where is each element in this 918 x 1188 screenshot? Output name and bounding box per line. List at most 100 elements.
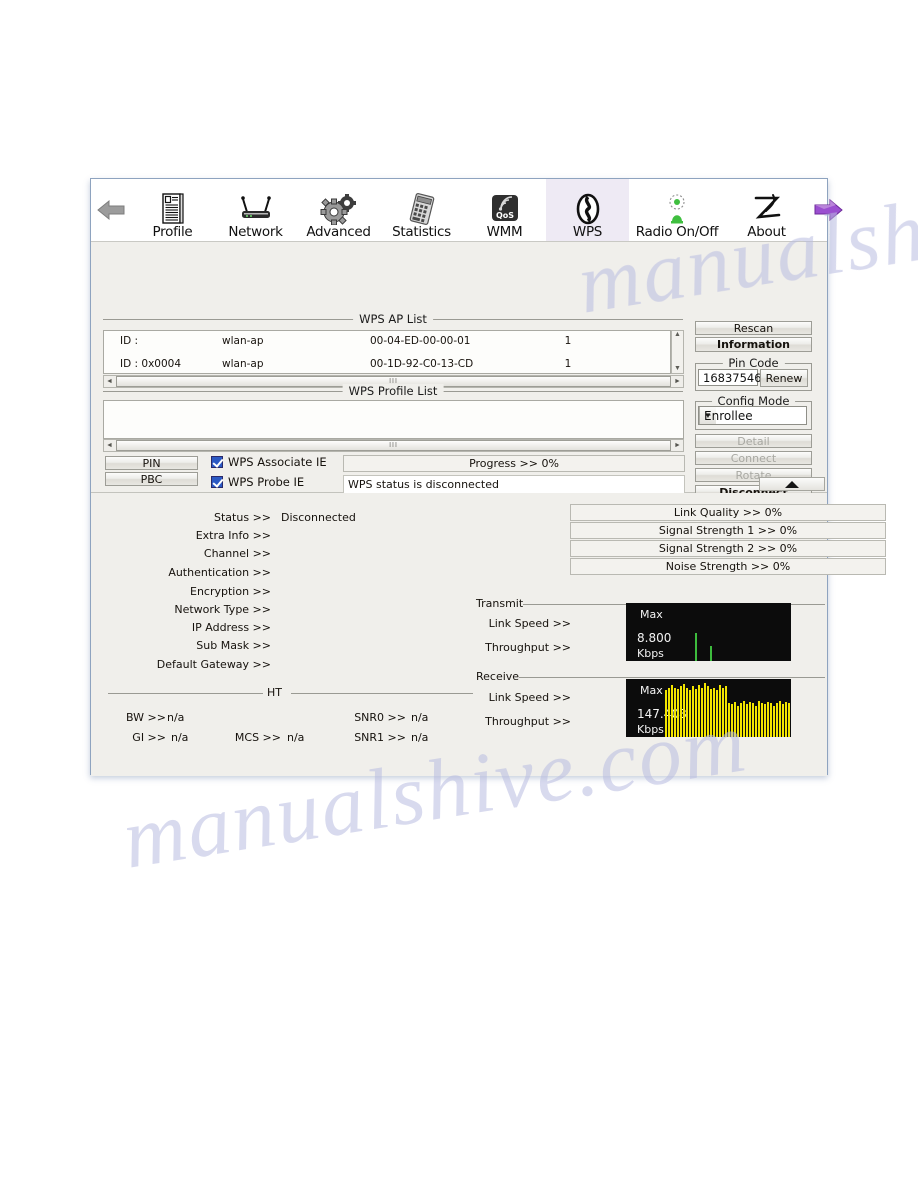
pin-code-input[interactable]: 16837546 [698,369,762,386]
status-label-authentication: Authentication >> [168,566,271,579]
ht-divider-right [291,693,473,694]
progress-bar: Progress >> 0% [343,455,685,472]
profile-list-title: WPS Profile List [342,384,444,398]
pbc-button-label: PBC [140,472,163,486]
wps-ap-listbox[interactable]: ID : wlan-ap 00-04-ED-00-00-01 1 ID : 0x… [103,330,671,374]
tab-radio-label: Radio On/Off [635,224,719,240]
ht-value-snr1: n/a [411,731,429,744]
pin-code-value: 16837546 [703,370,762,385]
tab-profile[interactable]: Profile [131,179,214,241]
utility-window: Profile Network Advanced Statistics QoS … [90,178,886,776]
wps-icon [573,191,603,225]
ht-value-bw: n/a [167,711,185,724]
receive-throughput-label: Throughput >> [485,715,571,728]
status-label-network-type: Network Type >> [174,603,271,616]
left-arrow-icon [97,199,125,221]
transmit-section-title: Transmit [476,597,528,610]
ht-label-snr1: SNR1 >> [354,731,406,744]
signature-icon [750,191,784,225]
table-row[interactable]: ID : wlan-ap 00-04-ED-00-00-01 1 [104,331,670,350]
tab-advanced-label: Advanced [306,224,371,240]
qos-icon: QoS [489,191,521,225]
profile-icon [160,191,186,225]
status-label-channel: Channel >> [203,547,271,560]
collapse-panel-button[interactable] [759,477,825,491]
tab-radio-on-off[interactable]: Radio On/Off [629,179,725,241]
pin-button[interactable]: PIN [105,456,198,470]
wps-status-message-box: WPS status is disconnected [343,475,685,494]
tab-about[interactable]: About [725,179,808,241]
noise-strength-meter: Noise Strength >> 0% [570,558,886,575]
router-icon [236,191,276,225]
nav-back-button[interactable] [91,179,131,241]
config-mode-select[interactable]: Enrollee ▼ [698,406,807,425]
ap-row-channel: 1 [564,334,572,347]
status-label-ip-address: IP Address >> [191,621,271,634]
receive-graph-unit: Kbps [637,723,664,736]
scroll-right-arrow[interactable]: ► [672,442,683,449]
tab-network[interactable]: Network [214,179,297,241]
tab-advanced[interactable]: Advanced [297,179,380,241]
detail-button[interactable]: Detail [695,434,812,448]
scroll-up-arrow[interactable]: ▲ [674,331,681,339]
tab-wps[interactable]: WPS [546,179,629,241]
ap-row-channel: 1 [564,357,572,370]
ht-divider-left [108,693,263,694]
link-quality-meter: Link Quality >> 0% [570,504,886,521]
scroll-down-arrow[interactable]: ▼ [674,365,681,373]
rescan-label: Rescan [733,321,774,335]
renew-button[interactable]: Renew [760,369,808,387]
receive-graph-bars [665,679,791,737]
status-value-status: Disconnected [281,511,356,524]
information-button[interactable]: Information [695,337,812,352]
ap-row-mac: 00-1D-92-C0-13-CD [370,357,474,370]
information-label: Information [717,338,790,351]
status-label-status: Status >> [214,511,271,524]
wps-probe-ie-label: WPS Probe IE [228,475,305,489]
signal-strength-1-meter: Signal Strength 1 >> 0% [570,522,886,539]
transmit-graph: Max 8.800 Kbps [626,603,791,661]
receive-link-speed-label: Link Speed >> [488,691,571,704]
tab-wmm-label: WMM [486,224,523,240]
connect-label: Connect [730,451,777,465]
transmit-graph-bars [671,603,791,661]
wps-profile-listbox[interactable] [103,400,684,439]
scroll-left-arrow[interactable]: ◄ [104,442,115,449]
checkbox-checked-icon [211,456,223,468]
scroll-thumb[interactable]: III [116,440,671,451]
connect-button[interactable]: Connect [695,451,812,465]
ap-list-title: WPS AP List [353,312,433,326]
right-arrow-icon [814,198,843,222]
ie-checkbox-group: WPS Associate IE WPS Probe IE [211,455,327,495]
transmit-throughput-label: Throughput >> [485,641,571,654]
tab-wmm[interactable]: QoS WMM [463,179,546,241]
transmit-graph-value: 8.800 [637,631,672,645]
main-toolbar: Profile Network Advanced Statistics QoS … [91,179,843,242]
rescan-button[interactable]: Rescan [695,321,812,335]
pin-button-label: PIN [142,456,161,470]
nav-forward-button[interactable] [808,179,848,241]
status-label-encryption: Encryption >> [190,585,271,598]
antenna-icon [662,191,692,225]
ht-label-bw: BW >> [126,711,166,724]
ap-list-group: WPS AP List [103,312,683,326]
wps-associate-ie-label: WPS Associate IE [228,455,327,469]
profile-list-horizontal-scrollbar[interactable]: ◄ III ► [103,439,684,452]
ap-list-vertical-scrollbar[interactable]: ▲ ▼ [671,330,684,374]
ap-row-ssid: wlan-ap [222,357,264,370]
config-mode-value: Enrollee [704,408,753,423]
progress-label: Progress >> 0% [469,457,559,470]
status-label-default-gateway: Default Gateway >> [156,658,271,671]
calculator-icon [405,191,439,225]
pbc-button[interactable]: PBC [105,472,198,486]
ht-value-gi: n/a [171,731,189,744]
ht-label-snr0: SNR0 >> [354,711,406,724]
tab-statistics[interactable]: Statistics [380,179,463,241]
wps-probe-ie-checkbox[interactable]: WPS Probe IE [211,475,327,489]
wps-associate-ie-checkbox[interactable]: WPS Associate IE [211,455,327,469]
up-triangle-icon [785,480,799,488]
renew-label: Renew [765,371,803,385]
table-row[interactable]: ID : 0x0004 wlan-ap 00-1D-92-C0-13-CD 1 [104,354,670,373]
ht-label-mcs: MCS >> [234,731,281,744]
ap-row-ssid: wlan-ap [222,334,264,347]
